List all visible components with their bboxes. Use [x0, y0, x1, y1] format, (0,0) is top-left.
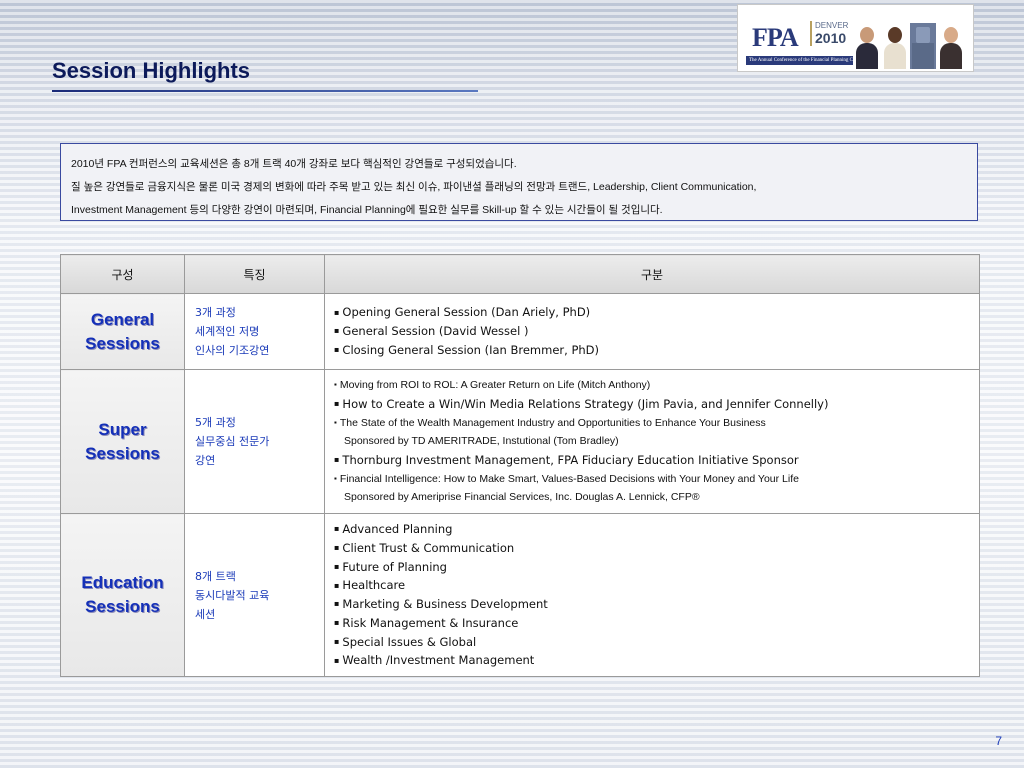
table-row-super: Super Sessions 5개 과정 실무중심 전문가 강연 ▪ Moving… — [60, 369, 980, 514]
list-item: ▪ General Session (David Wessel ) — [334, 324, 529, 339]
list-item: ▪ Marketing & Business Development — [334, 597, 548, 611]
fpa-denver-logo: FPA DENVER 2010 The Annual Conference of… — [737, 4, 974, 72]
intro-line: Investment Management 등의 다양한 강연이 마련되며, F… — [71, 204, 663, 216]
page-number: 7 — [995, 734, 1002, 748]
attendee-photo — [882, 23, 908, 69]
items-super: ▪ Moving from ROI to ROL: A Greater Retur… — [324, 369, 980, 514]
features-general: 3개 과정 세계적인 저명 인사의 기조강연 — [184, 293, 325, 370]
category-general-sessions: General Sessions — [60, 293, 185, 370]
list-item: ▪ Risk Management & Insurance — [334, 615, 519, 630]
category-super-sessions: Super Sessions — [60, 369, 185, 514]
list-item: ▪ Moving from ROI to ROL: A Greater Retur… — [334, 379, 651, 392]
page-title: Session Highlights — [52, 58, 251, 83]
intro-line: 질 높은 강연들로 금융지식은 물론 미국 경제의 변화에 따라 주목 받고 있… — [71, 181, 757, 193]
intro-line: 2010년 FPA 컨퍼런스의 교육세션은 총 8개 트랙 40개 강좌로 보다… — [71, 158, 517, 170]
list-item-sponsor: Sponsored by TD AMERITRADE, Instutional … — [344, 435, 619, 448]
header-features: 특징 — [184, 254, 325, 294]
table-header-row: 구성 특징 구분 — [60, 254, 980, 294]
list-item: ▪ Opening General Session (Dan Ariely, Ph… — [334, 305, 591, 320]
list-item: ▪ How to Create a Win/Win Media Relations… — [334, 396, 829, 411]
items-general: ▪ Opening General Session (Dan Ariely, Ph… — [324, 293, 980, 370]
logo-brand: FPA — [752, 23, 799, 52]
list-item: ▪ Financial Intelligence: How to Make Sma… — [334, 472, 799, 485]
building-photo — [910, 23, 936, 69]
list-item: ▪ Wealth /Investment Management — [334, 653, 535, 668]
list-item: ▪ Healthcare — [334, 578, 406, 593]
table-row-education: Education Sessions 8개 트랙 동시다발적 교육 세션 ▪ Ad… — [60, 513, 980, 677]
title-underline — [52, 90, 478, 92]
list-item-sponsor: Sponsored by Ameriprise Financial Servic… — [344, 491, 700, 504]
logo-event-city: DENVER — [815, 21, 849, 30]
list-item: ▪ Special Issues & Global — [334, 634, 477, 649]
category-education-sessions: Education Sessions — [60, 513, 185, 677]
logo-event-year: 2010 — [815, 30, 847, 46]
list-item: ▪ Client Trust & Communication — [334, 540, 515, 555]
list-item: ▪ Future of Planning — [334, 559, 447, 574]
features-education: 8개 트랙 동시다발적 교육 세션 — [184, 513, 325, 677]
list-item: ▪ Closing General Session (Ian Bremmer, P… — [334, 342, 600, 357]
list-item: ▪ Advanced Planning — [334, 522, 453, 536]
table-row-general: General Sessions 3개 과정 세계적인 저명 인사의 기조강연 … — [60, 293, 980, 370]
list-item: ▪ The State of the Wealth Management Indu… — [334, 416, 766, 429]
header-composition: 구성 — [60, 254, 185, 294]
list-item: ▪ Thornburg Investment Management, FPA Fi… — [334, 452, 799, 467]
header-division: 구분 — [324, 254, 980, 294]
logo-event: DENVER 2010 — [810, 21, 851, 46]
attendee-photo — [938, 23, 964, 69]
intro-box: 2010년 FPA 컨퍼런스의 교육세션은 총 8개 트랙 40개 강좌로 보다… — [60, 143, 978, 221]
items-education: ▪ Advanced Planning ▪ Client Trust & Commu… — [324, 513, 980, 677]
attendee-photo — [854, 23, 880, 69]
logo-tagline: The Annual Conference of the Financial P… — [746, 56, 853, 65]
sessions-table: 구성 특징 구분 General Sessions 3개 과정 세계적인 저명 … — [60, 254, 980, 677]
features-super: 5개 과정 실무중심 전문가 강연 — [184, 369, 325, 514]
